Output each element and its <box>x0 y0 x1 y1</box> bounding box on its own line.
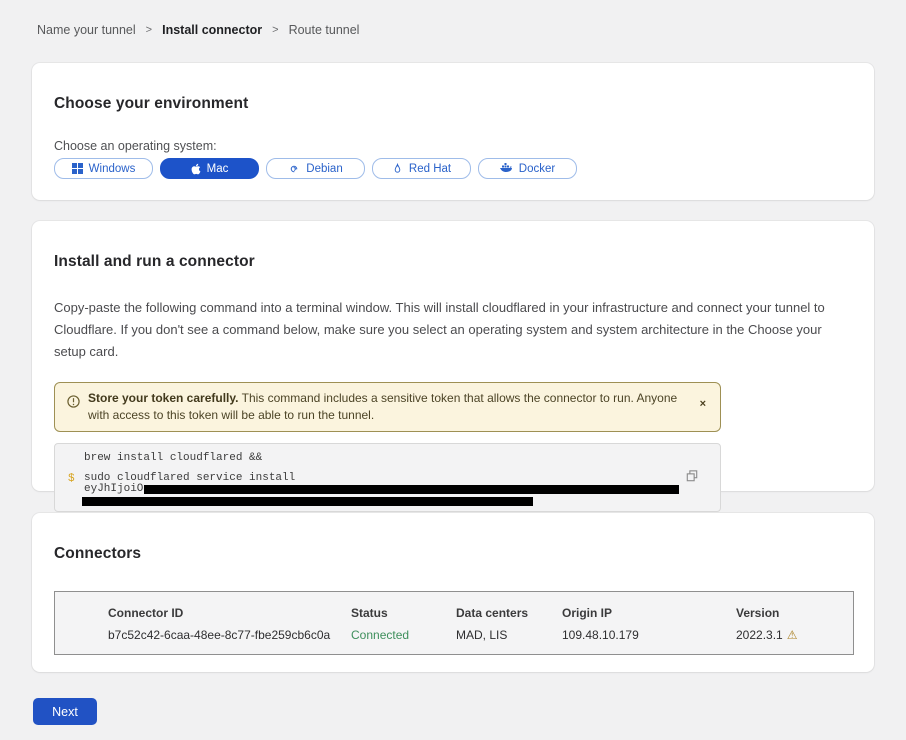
shell-prompt: $ <box>55 473 84 510</box>
docker-icon <box>500 163 513 174</box>
install-connector-card: Install and run a connector Copy-paste t… <box>32 221 874 491</box>
code-line-brew: brew install cloudflared && <box>84 452 262 464</box>
os-button-debian[interactable]: Debian <box>266 158 365 179</box>
token-warning-banner: Store your token carefully. This command… <box>54 382 721 432</box>
breadcrumb-separator: > <box>272 24 278 36</box>
breadcrumb-separator: > <box>146 24 152 36</box>
os-button-label: Debian <box>306 163 342 175</box>
token-prefix: eyJhIjoiO <box>84 484 143 495</box>
cell-data-centers: MAD, LIS <box>456 628 562 642</box>
code-block: brew install cloudflared && $ sudo cloud… <box>54 443 721 512</box>
os-button-label: Docker <box>519 163 555 175</box>
column-header-data-centers: Data centers <box>456 606 562 620</box>
code-gutter <box>55 452 84 464</box>
connectors-table: Connector ID Status Data centers Origin … <box>54 591 854 655</box>
redacted-token-bar <box>144 485 679 494</box>
cell-version: 2022.3.1 ⚠ <box>736 628 853 642</box>
copy-icon[interactable] <box>684 468 700 487</box>
choose-environment-title: Choose your environment <box>54 95 852 113</box>
connectors-card: Connectors Connector ID Status Data cent… <box>32 513 874 672</box>
next-button[interactable]: Next <box>33 698 97 725</box>
os-button-docker[interactable]: Docker <box>478 158 577 179</box>
breadcrumb-step-name-your-tunnel[interactable]: Name your tunnel <box>37 23 136 37</box>
version-value: 2022.3.1 <box>736 628 783 642</box>
windows-icon <box>72 163 83 174</box>
os-button-redhat[interactable]: Red Hat <box>372 158 471 179</box>
os-button-windows[interactable]: Windows <box>54 158 153 179</box>
close-icon[interactable]: × <box>700 399 706 410</box>
column-header-connector-id: Connector ID <box>108 606 351 620</box>
warning-triangle-icon: ⚠ <box>787 628 798 642</box>
column-header-version: Version <box>736 606 853 620</box>
redacted-token-bar <box>82 497 533 506</box>
token-warning-text: Store your token carefully. This command… <box>88 390 710 424</box>
code-line-sudo: sudo cloudflared service install <box>84 473 679 484</box>
status-badge: Connected <box>351 628 456 642</box>
apple-icon <box>191 163 201 175</box>
debian-icon <box>288 163 300 175</box>
breadcrumb-step-route-tunnel[interactable]: Route tunnel <box>289 23 360 37</box>
os-button-mac[interactable]: Mac <box>160 158 259 179</box>
choose-environment-card: Choose your environment Choose an operat… <box>32 63 874 200</box>
column-header-origin-ip: Origin IP <box>562 606 736 620</box>
os-button-label: Red Hat <box>409 163 451 175</box>
install-connector-description: Copy-paste the following command into a … <box>54 297 852 363</box>
alert-circle-icon <box>67 395 80 413</box>
cell-connector-id: b7c52c42-6caa-48ee-8c77-fbe259cb6c0a <box>108 628 351 642</box>
breadcrumb-step-install-connector[interactable]: Install connector <box>162 23 262 37</box>
os-button-label: Windows <box>89 163 136 175</box>
connectors-title: Connectors <box>54 545 852 563</box>
token-warning-title: Store your token carefully. <box>88 391 239 405</box>
column-header-status: Status <box>351 606 456 620</box>
os-button-group: Windows Mac Debian <box>54 158 852 179</box>
os-select-label: Choose an operating system: <box>54 139 852 153</box>
code-command: sudo cloudflared service install eyJhIjo… <box>84 473 679 510</box>
cell-origin-ip: 109.48.10.179 <box>562 628 736 642</box>
redhat-icon <box>392 163 403 175</box>
os-button-label: Mac <box>207 163 229 175</box>
breadcrumb: Name your tunnel > Install connector > R… <box>37 23 359 37</box>
install-connector-title: Install and run a connector <box>54 253 852 271</box>
